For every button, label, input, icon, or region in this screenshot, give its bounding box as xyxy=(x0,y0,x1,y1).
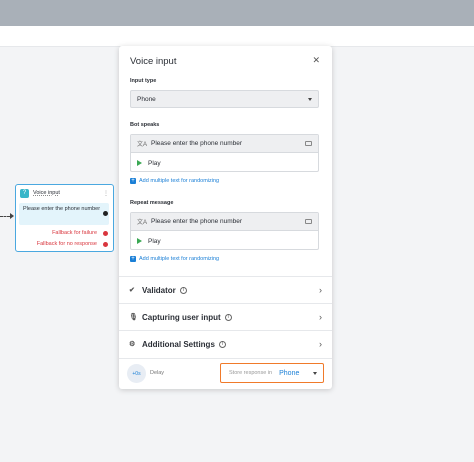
chevron-down-icon xyxy=(308,97,312,101)
toolbar-strip xyxy=(0,26,474,47)
bot-speaks-block: 文A Please enter the phone number Play xyxy=(130,134,319,172)
chevron-down-icon xyxy=(313,371,317,375)
validator-section[interactable]: ✔ Validator i › xyxy=(119,276,332,303)
repeat-play-button[interactable]: Play xyxy=(131,232,318,250)
chevron-right-icon: › xyxy=(319,285,322,295)
repeat-message-text: Please enter the phone number xyxy=(151,218,243,225)
repeat-message-label: Repeat message xyxy=(130,200,174,206)
fallback-failure-port[interactable] xyxy=(103,231,108,236)
additional-label: Additional Settings xyxy=(142,339,215,349)
panel-title: Voice input xyxy=(130,56,177,67)
repeat-message-block: 文A Please enter the phone number Play xyxy=(130,212,319,250)
play-icon xyxy=(137,160,142,166)
repeat-message-field[interactable]: 文A Please enter the phone number xyxy=(131,213,318,231)
panel-footer: +0s Delay Store response in Phone xyxy=(119,358,332,389)
validator-label: Validator xyxy=(142,285,176,295)
fallback-no-response-port[interactable] xyxy=(103,242,108,247)
bot-speaks-label: Bot speaks xyxy=(130,122,160,128)
store-response-value: Phone xyxy=(279,369,300,377)
bot-speaks-text: Please enter the phone number xyxy=(151,140,243,147)
node-header: ? Voice input ⋮ xyxy=(20,188,109,198)
play-label: Play xyxy=(148,159,161,167)
translate-icon[interactable]: 文A xyxy=(137,217,147,226)
capturing-label: Capturing user input xyxy=(142,312,221,322)
validator-icon: ✔ xyxy=(129,287,135,294)
info-icon[interactable]: i xyxy=(218,340,226,348)
store-response-select[interactable]: Store response in Phone xyxy=(220,363,324,383)
translate-icon[interactable]: 文A xyxy=(137,139,147,148)
info-icon[interactable]: i xyxy=(179,286,187,294)
input-type-select[interactable]: Phone xyxy=(130,90,319,108)
voice-node-icon: ? xyxy=(20,188,29,198)
repeat-play-label: Play xyxy=(148,237,161,245)
plus-icon: + xyxy=(130,256,136,262)
play-button[interactable]: Play xyxy=(131,154,318,172)
add-text-label: Add multiple text for randomizing xyxy=(139,178,220,184)
node-message: Please enter the phone number xyxy=(19,203,109,225)
play-icon xyxy=(137,238,142,244)
repeat-add-text-label: Add multiple text for randomizing xyxy=(139,256,220,262)
settings-icon: ⚙ xyxy=(129,341,136,348)
voice-input-node[interactable]: ? Voice input ⋮ Please enter the phone n… xyxy=(15,184,114,252)
delay-button[interactable]: +0s xyxy=(127,364,146,383)
mic-icon: 🎙 xyxy=(129,314,138,321)
fallback-no-response-label: Fallback for no response xyxy=(36,241,97,247)
plus-icon: + xyxy=(130,178,136,184)
add-text-link[interactable]: + Add multiple text for randomizing xyxy=(130,178,219,184)
voice-input-panel: Voice input ✕ Input type Phone Bot speak… xyxy=(119,46,332,389)
additional-settings-section[interactable]: ⚙ Additional Settings i › xyxy=(119,330,332,357)
capturing-input-section[interactable]: 🎙 Capturing user input i › xyxy=(119,303,332,330)
fallback-failure-label: Fallback for failure xyxy=(52,230,97,236)
chevron-right-icon: › xyxy=(319,339,322,349)
chevron-right-icon: › xyxy=(319,312,322,322)
node-title[interactable]: Voice input xyxy=(33,190,60,196)
bot-speaks-field[interactable]: 文A Please enter the phone number xyxy=(131,135,318,153)
close-icon[interactable]: ✕ xyxy=(312,55,320,66)
store-response-label: Store response in xyxy=(229,370,273,376)
input-type-label: Input type xyxy=(130,78,157,84)
top-app-bar xyxy=(0,0,474,26)
node-output-port[interactable] xyxy=(103,211,108,216)
info-icon[interactable]: i xyxy=(224,313,232,321)
repeat-add-text-link[interactable]: + Add multiple text for randomizing xyxy=(130,256,219,262)
input-type-value: Phone xyxy=(137,95,156,103)
keyboard-icon[interactable] xyxy=(305,141,312,146)
node-menu-icon[interactable]: ⋮ xyxy=(103,190,109,197)
keyboard-icon[interactable] xyxy=(305,219,312,224)
connector-arrowhead xyxy=(10,213,14,219)
incoming-connector xyxy=(0,216,10,217)
delay-label: Delay xyxy=(150,370,165,376)
